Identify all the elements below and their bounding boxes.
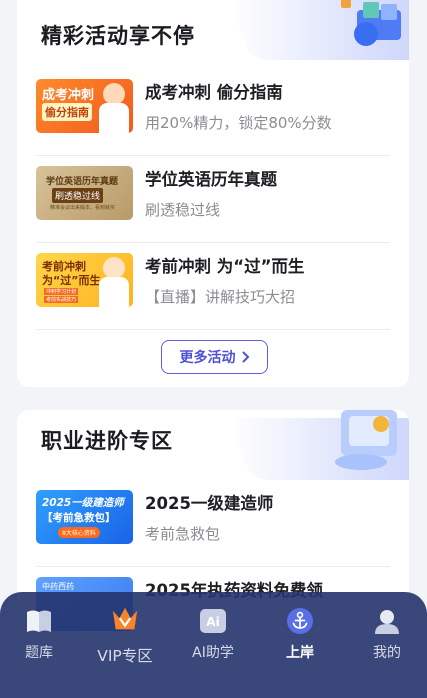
- teacher-head-image: [103, 83, 125, 105]
- thumb-text: 偷分指南: [42, 103, 92, 121]
- thumb-text: 【考前急救包】: [42, 512, 116, 524]
- teacher-head-image: [103, 257, 125, 279]
- person-icon: [372, 606, 402, 636]
- activity-subtitle: 用20%精力，锁定80%分数: [145, 114, 332, 132]
- thumb-text: 冲刺学习计划: [44, 288, 79, 295]
- tab-shangan[interactable]: 上岸: [265, 606, 335, 666]
- divider: [36, 329, 390, 330]
- activity-thumbnail: 学位英语历年真题 刷透稳过线 精准会议出来版本，看到就买: [36, 166, 133, 220]
- career-header: 职业进阶专区: [17, 410, 409, 490]
- tab-label: 上岸: [286, 645, 314, 661]
- divider: [36, 242, 390, 243]
- activities-title: 精彩活动享不停: [41, 24, 195, 48]
- tab-ai-study[interactable]: Ai AI助学: [178, 606, 248, 666]
- tab-label: VIP专区: [97, 647, 153, 665]
- activity-subtitle: 刷透稳过线: [145, 201, 221, 219]
- thumb-text: 为“过”而生: [42, 274, 101, 287]
- activity-subtitle: 【直播】讲解技巧大招: [145, 288, 296, 306]
- activity-title: 考前冲刺 为“过”而生: [145, 257, 305, 276]
- career-item-subtitle: 考前急救包: [145, 525, 221, 543]
- activity-title: 学位英语历年真题: [145, 170, 277, 189]
- career-title: 职业进阶专区: [41, 429, 173, 453]
- thumb-text: 成考冲刺: [42, 88, 95, 103]
- teacher-body-image: [99, 277, 129, 307]
- svg-text:Ai: Ai: [206, 615, 219, 629]
- book-icon: [24, 606, 54, 636]
- more-activities-button[interactable]: 更多活动: [161, 340, 268, 374]
- activity-item-degree-english[interactable]: 学位英语历年真题 刷透稳过线 精准会议出来版本，看到就买 学位英语历年真题 刷透…: [36, 166, 390, 254]
- thumb-text: 8大核心资料: [58, 527, 100, 538]
- activity-title: 成考冲刺 偷分指南: [145, 83, 283, 102]
- tab-vip[interactable]: VIP专区: [90, 604, 160, 665]
- thumb-text: 学位英语历年真题: [46, 177, 119, 187]
- divider: [36, 566, 390, 567]
- tab-label: AI助学: [192, 645, 234, 661]
- thumb-text: 刷透稳过线: [52, 188, 104, 203]
- career-thumbnail: 2025一级建造师 【考前急救包】 8大核心资料: [36, 490, 133, 544]
- tab-question-bank[interactable]: 题库: [4, 606, 74, 666]
- career-item-title: 2025一级建造师: [145, 494, 274, 513]
- activities-card: 精彩活动享不停 成考冲刺 偷分指南 成考冲刺 偷分指南 用20%精力，锁定80%…: [17, 0, 409, 387]
- thumb-text: 中药西药: [42, 582, 74, 591]
- certificate-decoration: [229, 410, 409, 480]
- thumb-text: 考前实战技巧: [44, 296, 79, 303]
- divider: [36, 155, 390, 156]
- tab-label: 我的: [373, 645, 401, 661]
- bottom-tab-bar: 题库 VIP专区 Ai AI助学 上岸 我的: [0, 592, 427, 698]
- teacher-body-image: [99, 103, 129, 133]
- vip-crown-icon: [110, 604, 140, 634]
- activity-thumbnail: 考前冲刺 为“过”而生 冲刺学习计划 考前实战技巧: [36, 253, 133, 307]
- thumb-text: 2025一级建造师: [42, 497, 124, 509]
- tab-mine[interactable]: 我的: [352, 606, 422, 666]
- activities-header: 精彩活动享不停: [17, 0, 409, 70]
- thumb-text: 精准会议出来版本，看到就买: [50, 205, 116, 211]
- chevron-right-icon: [242, 351, 249, 363]
- tab-label: 题库: [25, 645, 53, 661]
- anchor-icon: [285, 606, 315, 636]
- more-activities-label: 更多活动: [179, 350, 236, 366]
- career-item-constructor[interactable]: 2025一级建造师 【考前急救包】 8大核心资料 2025一级建造师 考前急救包: [36, 490, 390, 578]
- activity-item-exam-sprint[interactable]: 成考冲刺 偷分指南 成考冲刺 偷分指南 用20%精力，锁定80%分数: [36, 79, 390, 167]
- gift-box-decoration: [229, 0, 409, 60]
- activity-item-pre-exam-live[interactable]: 考前冲刺 为“过”而生 冲刺学习计划 考前实战技巧 考前冲刺 为“过”而生 【直…: [36, 253, 390, 341]
- activity-thumbnail: 成考冲刺 偷分指南: [36, 79, 133, 133]
- ai-icon: Ai: [198, 606, 228, 636]
